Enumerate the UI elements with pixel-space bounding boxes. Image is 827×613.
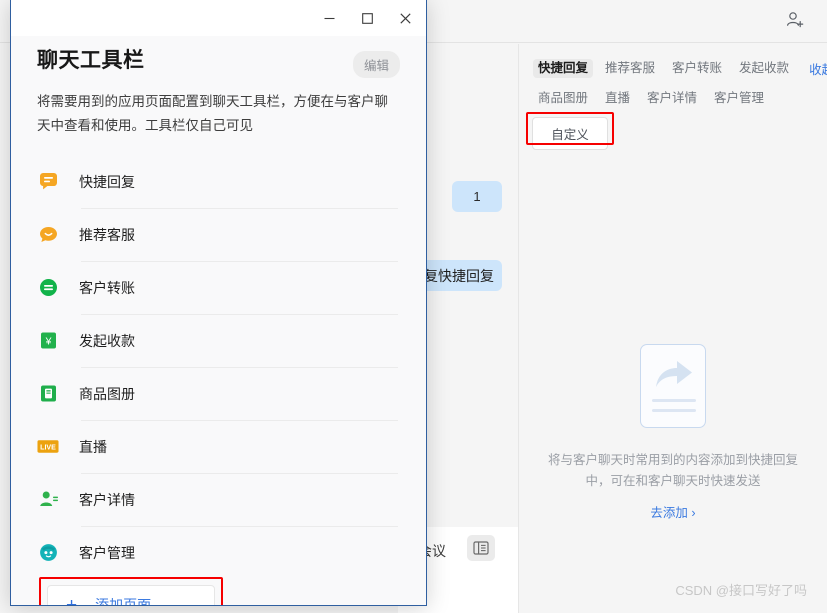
share-document-icon [640, 344, 706, 428]
app-item-product-catalog[interactable]: 商品图册 [37, 367, 400, 420]
app-item-quick-reply[interactable]: 快捷回复 [37, 155, 400, 208]
customer-manage-icon [37, 542, 59, 564]
add-page-button[interactable]: + 添加页面 [47, 585, 215, 606]
close-button[interactable] [386, 3, 424, 33]
empty-state: 将与客户聊天时常用到的内容添加到快捷回复中，可在和客户聊天时快速发送 去添加 › [519, 344, 827, 521]
minimize-button[interactable] [310, 3, 348, 33]
tab-customer-management[interactable]: 客户管理 [709, 89, 769, 109]
app-item-initiate-collection[interactable]: ¥ 发起收款 [37, 314, 400, 367]
dialog-header: 聊天工具栏 编辑 [37, 36, 400, 78]
app-item-customer-details[interactable]: 客户详情 [37, 473, 400, 526]
app-label: 客户管理 [79, 544, 135, 561]
chat-toolbar-dialog: 聊天工具栏 编辑 将需要用到的应用页面配置到聊天工具栏，方便在与客户聊天中查看和… [10, 0, 427, 606]
svg-text:LIVE: LIVE [40, 445, 56, 452]
custom-button[interactable]: 自定义 [532, 116, 608, 150]
svg-text:¥: ¥ [44, 336, 51, 348]
tab-customer-details[interactable]: 客户详情 [642, 89, 702, 109]
app-label: 客户转账 [79, 279, 135, 296]
tab-customer-transfer[interactable]: 客户转账 [667, 59, 727, 79]
chat-bubble-number: 1 [452, 181, 502, 212]
add-user-icon[interactable] [780, 5, 810, 35]
tab-initiate-collection[interactable]: 发起收款 [734, 59, 794, 79]
live-badge-icon: LIVE [37, 436, 59, 458]
quick-reply-side-panel: 快捷回复 推荐客服 客户转账 发起收款 收起 商品图册 直播 客户详情 客户管理… [519, 44, 827, 613]
app-label: 客户详情 [79, 491, 135, 508]
app-item-customer-management[interactable]: 客户管理 [37, 526, 400, 579]
toolbar-tabs: 快捷回复 推荐客服 客户转账 发起收款 收起 商品图册 直播 客户详情 客户管理 [519, 44, 827, 109]
dialog-body: 聊天工具栏 编辑 将需要用到的应用页面配置到聊天工具栏，方便在与客户聊天中查看和… [11, 36, 426, 606]
app-label: 快捷回复 [79, 173, 135, 190]
plus-icon: + [66, 594, 78, 606]
sidebar-panel-icon[interactable] [467, 535, 495, 561]
toolbar-tab-row-2: 商品图册 直播 客户详情 客户管理 [533, 89, 817, 109]
maximize-button[interactable] [348, 3, 386, 33]
dialog-title-bar [11, 0, 426, 36]
app-label: 发起收款 [79, 332, 135, 349]
user-details-icon [37, 489, 59, 511]
yuan-square-icon: ¥ [37, 330, 59, 352]
catalog-square-icon [37, 383, 59, 405]
edit-button[interactable]: 编辑 [352, 51, 400, 78]
app-label: 直播 [79, 438, 107, 455]
speech-bubble-lines-icon [37, 171, 59, 193]
add-page-row: + 添加页面 [37, 577, 400, 606]
add-page-label: 添加页面 [95, 597, 152, 606]
go-add-link[interactable]: 去添加 › [650, 502, 695, 521]
toolbar-tab-row-1: 快捷回复 推荐客服 客户转账 发起收款 收起 [533, 56, 827, 81]
tab-recommend-service[interactable]: 推荐客服 [600, 59, 660, 79]
collapse-label: 收起 [809, 63, 827, 77]
app-list: 快捷回复 推荐客服 客户转账 ¥ 发起收款 商品图册 LIVE 直播 客户详情 … [37, 155, 400, 579]
speech-bubble-smile-icon [37, 224, 59, 246]
dialog-title: 聊天工具栏 [37, 49, 145, 72]
tab-product-catalog[interactable]: 商品图册 [533, 89, 593, 109]
screen-root: 1 回复快捷回复 会议 快捷回复 推荐客服 客户转账 发起收款 收起 [0, 0, 827, 613]
tab-live[interactable]: 直播 [600, 89, 635, 109]
app-item-live[interactable]: LIVE 直播 [37, 420, 400, 473]
app-item-customer-transfer[interactable]: 客户转账 [37, 261, 400, 314]
tab-quick-reply[interactable]: 快捷回复 [533, 58, 594, 79]
dialog-description: 将需要用到的应用页面配置到聊天工具栏，方便在与客户聊天中查看和使用。工具栏仅自己… [37, 94, 388, 133]
watermark: CSDN @接口写好了吗 [675, 583, 807, 598]
app-label: 商品图册 [79, 385, 135, 402]
custom-button-wrapper: 自定义 [526, 111, 614, 150]
collapse-toggle[interactable]: 收起 [807, 56, 827, 81]
transfer-circle-icon [37, 277, 59, 299]
app-label: 推荐客服 [79, 226, 135, 243]
doc-line-2 [652, 409, 696, 412]
app-item-recommend-service[interactable]: 推荐客服 [37, 208, 400, 261]
empty-state-text: 将与客户聊天时常用到的内容添加到快捷回复中，可在和客户聊天时快速发送 [548, 453, 799, 489]
doc-line-1 [652, 399, 696, 402]
